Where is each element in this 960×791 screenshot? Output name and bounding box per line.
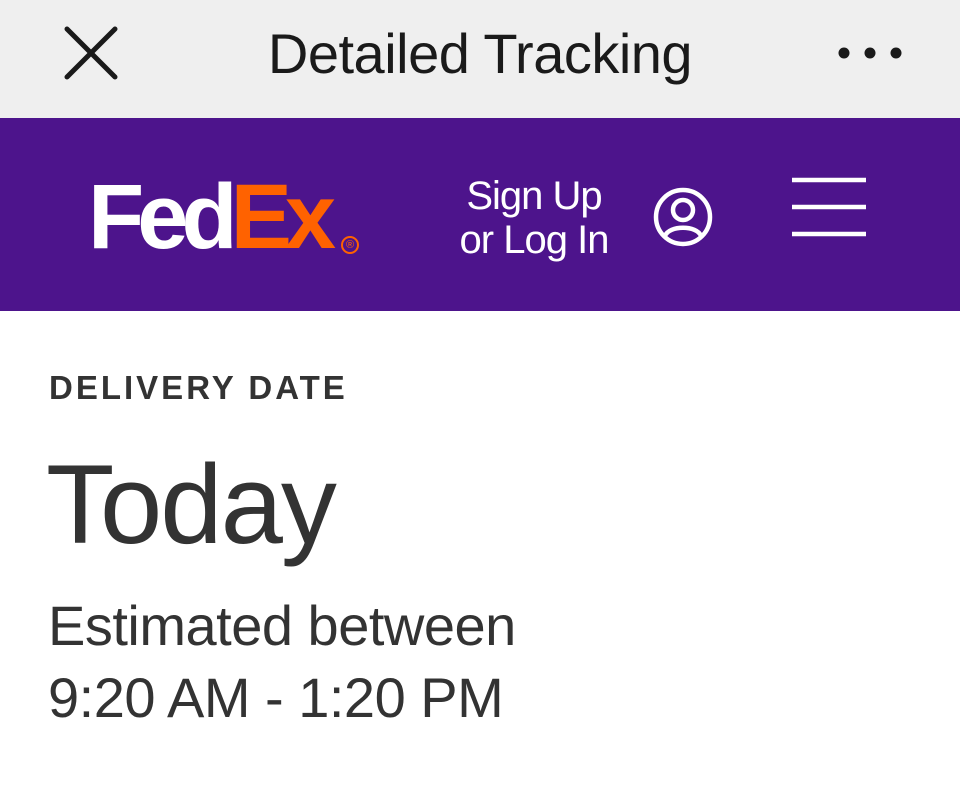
sign-up-label: Sign Up	[466, 174, 602, 218]
close-icon[interactable]	[55, 17, 127, 89]
fedex-logo[interactable]: FedEx ®	[88, 171, 360, 263]
brand-header: FedEx ® Sign Up or Log In	[0, 118, 960, 311]
top-navigation-bar: Detailed Tracking	[0, 0, 960, 118]
logo-fed-text: Fed	[88, 166, 238, 268]
more-options-icon[interactable]	[830, 30, 910, 76]
login-label: or Log In	[459, 218, 610, 262]
hamburger-menu-icon[interactable]	[790, 176, 868, 238]
page-title: Detailed Tracking	[267, 22, 693, 85]
estimate-line-1: Estimated between	[48, 594, 516, 657]
user-account-icon[interactable]	[652, 186, 714, 248]
delivery-day: Today	[46, 442, 337, 567]
sign-up-login-link[interactable]: Sign Up or Log In	[440, 174, 628, 262]
logo-ex-text: Ex	[230, 166, 336, 268]
registered-mark: ®	[341, 236, 360, 254]
estimate-time-window: 9:20 AM - 1:20 PM	[48, 666, 504, 729]
delivery-estimate: Estimated between 9:20 AM - 1:20 PM	[48, 590, 516, 734]
delivery-date-label: DELIVERY DATE	[49, 369, 348, 406]
